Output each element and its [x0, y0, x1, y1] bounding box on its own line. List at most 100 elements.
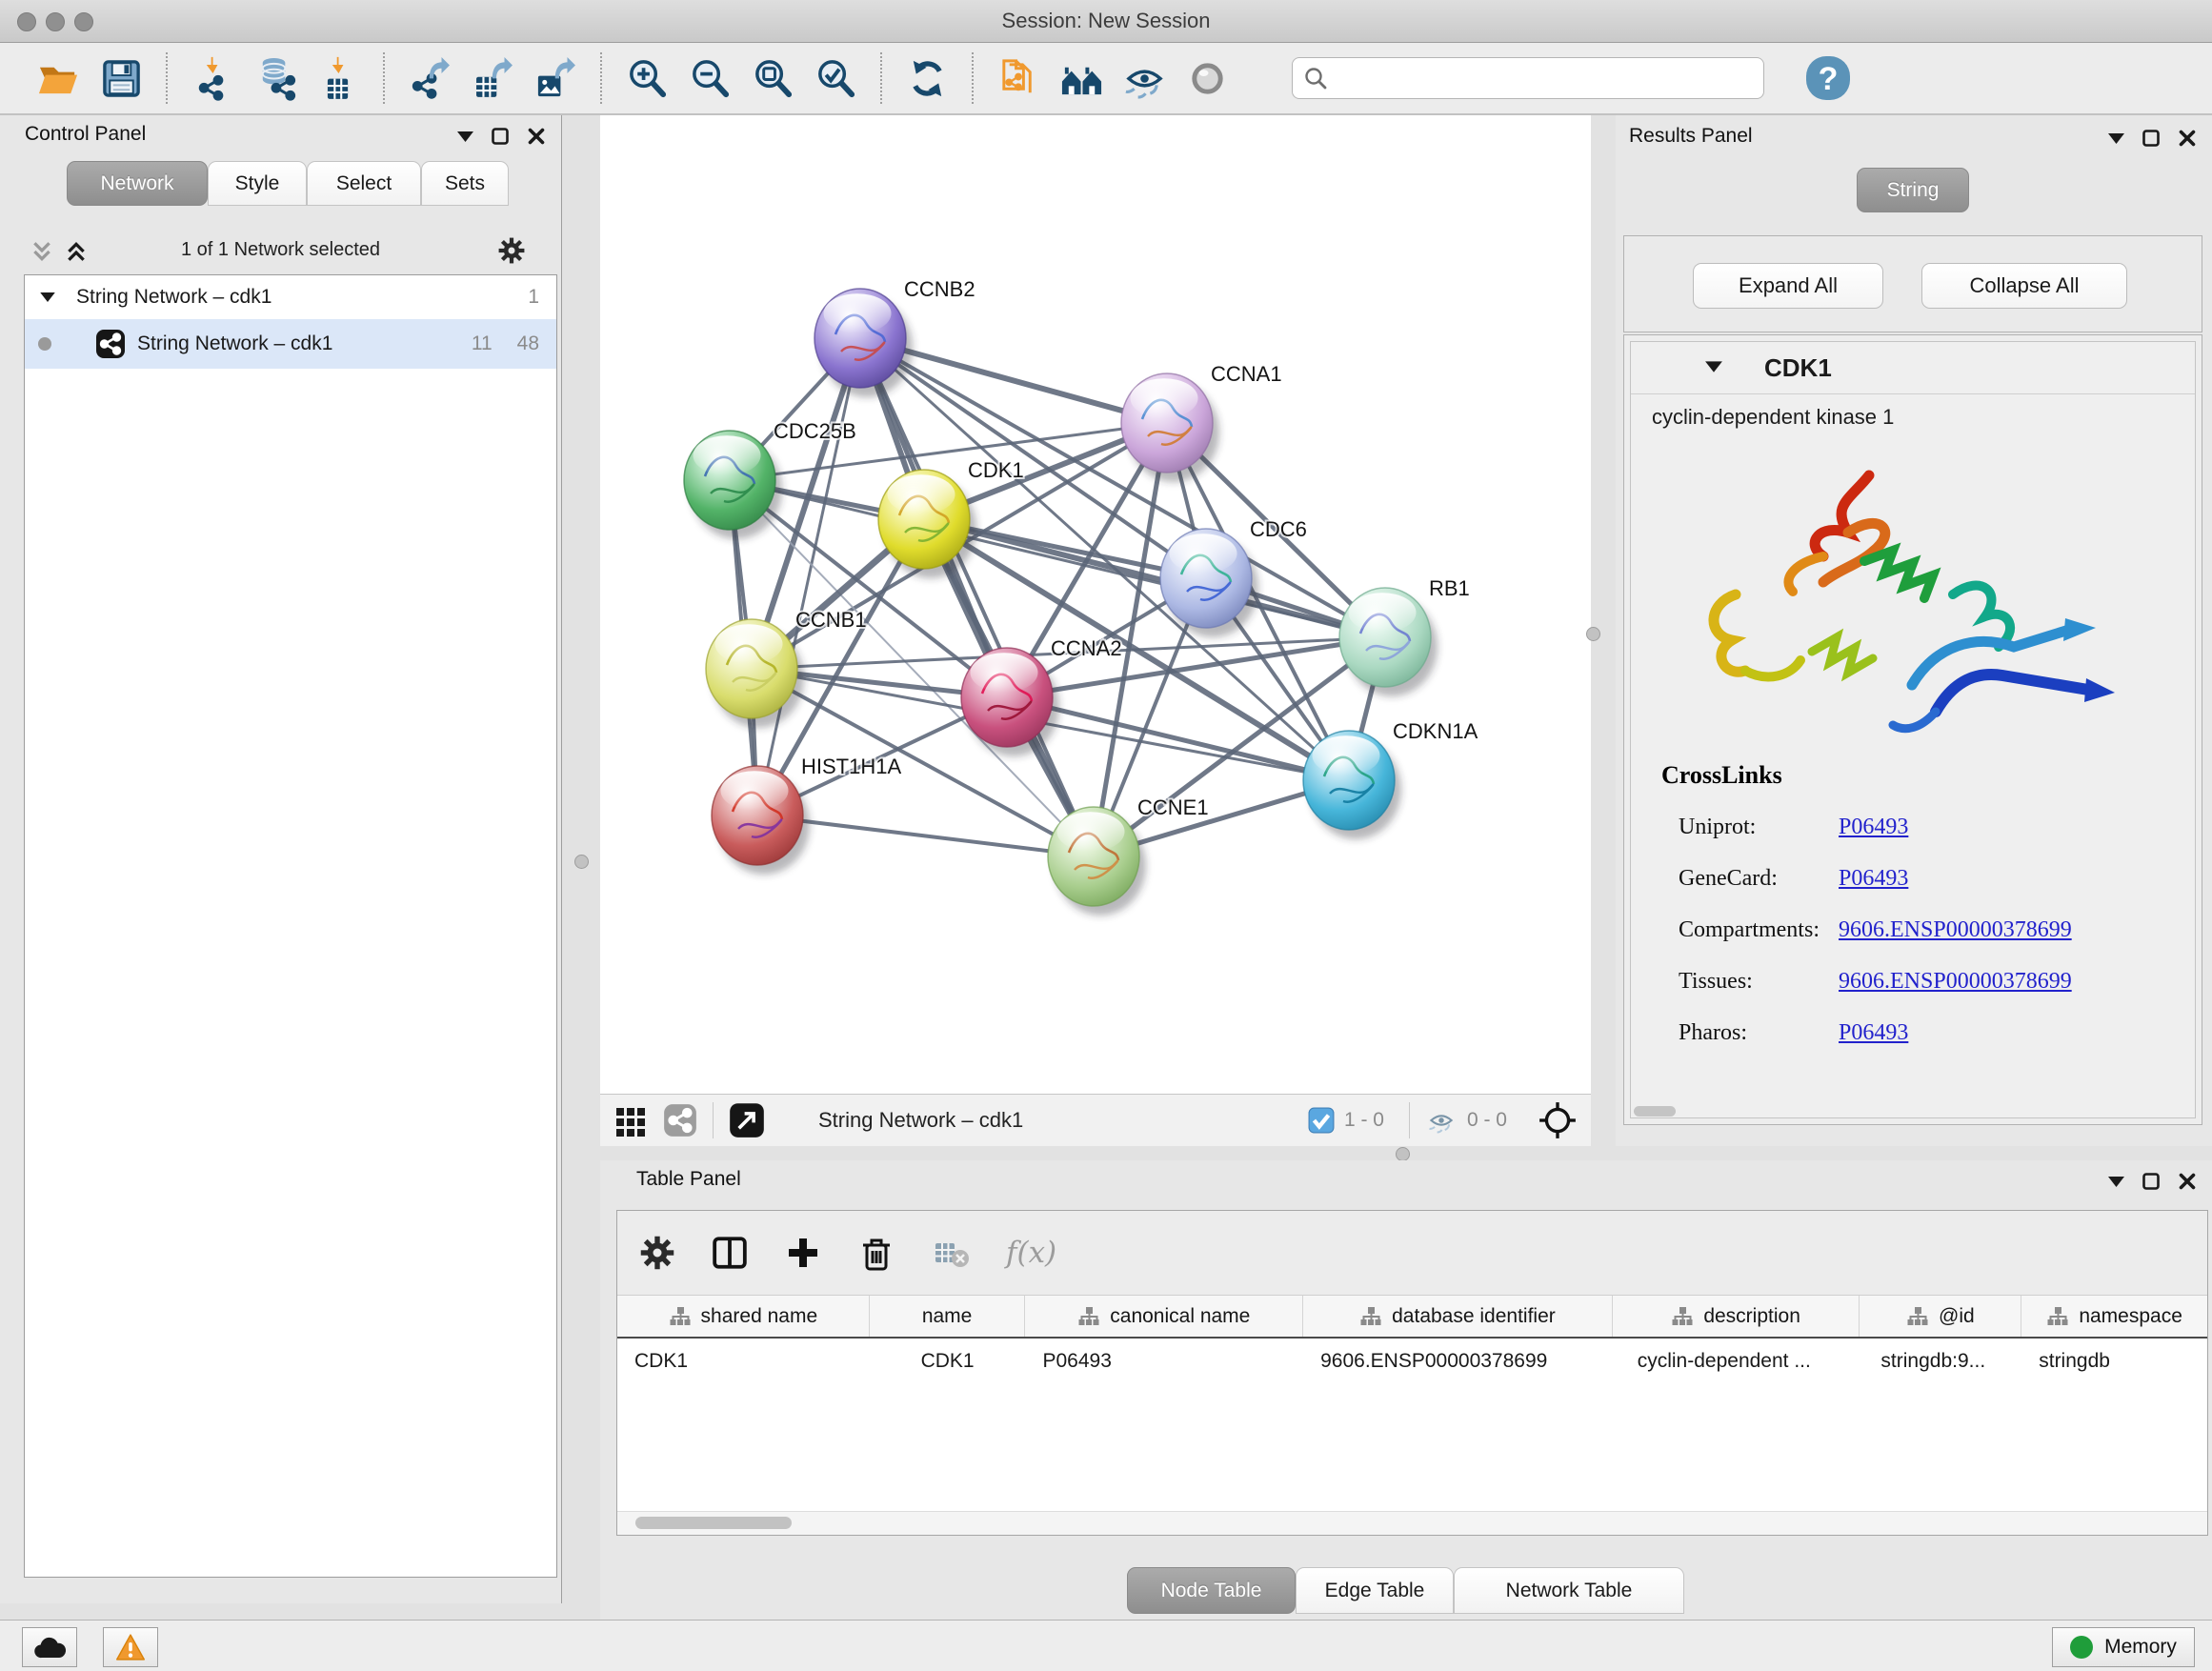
zoom-in-button[interactable]: [620, 50, 674, 107]
network-node-CCNE1[interactable]: CCNE1: [1048, 795, 1209, 916]
right-splitter-handle[interactable]: [1586, 627, 1600, 641]
cell-canonical-name[interactable]: P06493: [1025, 1340, 1303, 1382]
export-image-button[interactable]: [529, 50, 582, 107]
tab-node-table[interactable]: Node Table: [1127, 1567, 1296, 1614]
network-row-selected[interactable]: String Network – cdk1 11 48: [25, 319, 556, 369]
table-row[interactable]: CDK1 CDK1 P06493 9606.ENSP00000378699 cy…: [617, 1340, 2207, 1382]
table-header-row: shared name name canonical name database…: [617, 1295, 2207, 1339]
tab-sets[interactable]: Sets: [421, 161, 509, 206]
cell-namespace[interactable]: stringdb: [2021, 1340, 2207, 1382]
collapse-all-button[interactable]: Collapse All: [1921, 263, 2127, 309]
network-node-CCNB2[interactable]: CCNB2: [814, 277, 975, 397]
cell-name[interactable]: CDK1: [870, 1340, 1026, 1382]
help-button[interactable]: ?: [1804, 54, 1852, 102]
column-header-canonical-name[interactable]: canonical name: [1025, 1296, 1303, 1337]
fit-crosshair-icon[interactable]: [1538, 1100, 1578, 1140]
network-node-CDK1[interactable]: CDK1: [878, 458, 1024, 578]
export-network-button[interactable]: [403, 50, 456, 107]
home-panes-button[interactable]: [1055, 50, 1108, 107]
search-input[interactable]: [1292, 57, 1764, 99]
network-node-CDKN1A[interactable]: CDKN1A: [1303, 719, 1478, 839]
cell-shared-name[interactable]: CDK1: [617, 1340, 870, 1382]
crosslink-uniprot-link[interactable]: P06493: [1839, 815, 1908, 840]
tab-network[interactable]: Network: [67, 161, 208, 206]
gene-card-header[interactable]: CDK1: [1631, 342, 2195, 394]
network-graph[interactable]: CCNB2CCNA1CDC25BCDK1CDC6RB1CCNB1CCNA2CDK…: [604, 124, 1583, 1094]
cell-description[interactable]: cyclin-dependent ...: [1613, 1340, 1860, 1382]
panel-close-icon[interactable]: [527, 127, 546, 146]
function-builder-button[interactable]: f(x): [1006, 1236, 1056, 1270]
network-edge[interactable]: [924, 519, 1385, 637]
apply-layout-button[interactable]: [900, 50, 954, 107]
export-table-button[interactable]: [466, 50, 519, 107]
network-options-gear-icon[interactable]: [498, 237, 525, 264]
panel-close-icon[interactable]: [2178, 129, 2197, 148]
network-node-CCNA1[interactable]: CCNA1: [1121, 362, 1282, 482]
share-view-icon[interactable]: [663, 1103, 697, 1137]
open-session-button[interactable]: [31, 50, 85, 107]
cell-id[interactable]: stringdb:9...: [1860, 1340, 2021, 1382]
create-column-icon[interactable]: [785, 1235, 821, 1271]
column-tree-icon: [1906, 1305, 1929, 1328]
network-node-RB1[interactable]: RB1: [1339, 576, 1470, 696]
tab-select[interactable]: Select: [307, 161, 421, 206]
crosslink-tissues-link[interactable]: 9606.ENSP00000378699: [1839, 969, 2072, 995]
zoom-fit-button[interactable]: [746, 50, 799, 107]
crosslink-genecard-link[interactable]: P06493: [1839, 866, 1908, 892]
panel-float-icon[interactable]: [491, 127, 510, 146]
panel-close-icon[interactable]: [2178, 1172, 2197, 1191]
show-columns-icon[interactable]: [711, 1235, 749, 1271]
panel-float-icon[interactable]: [2142, 1172, 2161, 1191]
hidden-eye-icon[interactable]: [1425, 1106, 1458, 1135]
table-hscrollbar-thumb[interactable]: [635, 1517, 792, 1529]
delete-table-icon[interactable]: [932, 1236, 970, 1270]
cell-database-identifier[interactable]: 9606.ENSP00000378699: [1303, 1340, 1613, 1382]
tab-style[interactable]: Style: [208, 161, 307, 206]
zoom-out-button[interactable]: [683, 50, 736, 107]
panel-menu-icon[interactable]: [2108, 133, 2124, 144]
column-header-namespace[interactable]: namespace: [2021, 1296, 2207, 1337]
column-header-description[interactable]: description: [1613, 1296, 1860, 1337]
table-hscrollbar-track[interactable]: [617, 1511, 2207, 1535]
birdseye-view-icon[interactable]: [729, 1102, 765, 1138]
expand-all-button[interactable]: Expand All: [1693, 263, 1883, 309]
tree-expand-icon[interactable]: [40, 292, 55, 302]
panel-menu-icon[interactable]: [457, 131, 473, 142]
network-collection-row[interactable]: String Network – cdk1 1: [25, 275, 556, 319]
warnings-button[interactable]: [103, 1627, 158, 1667]
panel-float-icon[interactable]: [2142, 129, 2161, 148]
network-node-HIST1H1A[interactable]: HIST1H1A: [712, 755, 901, 875]
zoom-selected-button[interactable]: [809, 50, 862, 107]
string-import-button[interactable]: [992, 50, 1045, 107]
crosslink-pharos-link[interactable]: P06493: [1839, 1020, 1908, 1046]
show-hide-graphics-button[interactable]: [1117, 50, 1171, 107]
table-options-gear-icon[interactable]: [640, 1236, 674, 1270]
results-scrollbar-thumb[interactable]: [1634, 1106, 1676, 1117]
window-title: Session: New Session: [0, 9, 2212, 33]
tab-network-table[interactable]: Network Table: [1454, 1567, 1684, 1614]
tab-string[interactable]: String: [1857, 168, 1969, 212]
column-header-database-identifier[interactable]: database identifier: [1303, 1296, 1613, 1337]
column-header-id[interactable]: @id: [1860, 1296, 2021, 1337]
column-header-name[interactable]: name: [870, 1296, 1026, 1337]
grid-mode-icon[interactable]: [613, 1103, 648, 1137]
network-edge[interactable]: [860, 338, 1094, 856]
memory-button[interactable]: Memory: [2052, 1627, 2195, 1667]
delete-column-icon[interactable]: [857, 1234, 895, 1272]
import-network-database-button[interactable]: [249, 50, 302, 107]
lens-button[interactable]: [1180, 50, 1234, 107]
bottom-splitter-handle[interactable]: [1396, 1147, 1410, 1161]
import-network-file-button[interactable]: [186, 50, 239, 107]
save-session-button[interactable]: [94, 50, 148, 107]
import-table-file-button[interactable]: [312, 50, 365, 107]
panel-menu-icon[interactable]: [2108, 1177, 2124, 1187]
crosslink-compartments-link[interactable]: 9606.ENSP00000378699: [1839, 917, 2072, 943]
tab-edge-table[interactable]: Edge Table: [1296, 1567, 1454, 1614]
left-splitter-handle[interactable]: [574, 855, 589, 869]
column-header-shared-name[interactable]: shared name: [617, 1296, 870, 1337]
selected-checkbox-icon[interactable]: [1308, 1107, 1335, 1134]
network-edge[interactable]: [757, 338, 860, 815]
gene-collapse-icon[interactable]: [1705, 361, 1722, 372]
network-node-CDC6[interactable]: CDC6: [1160, 517, 1307, 637]
cloud-button[interactable]: [22, 1627, 77, 1667]
